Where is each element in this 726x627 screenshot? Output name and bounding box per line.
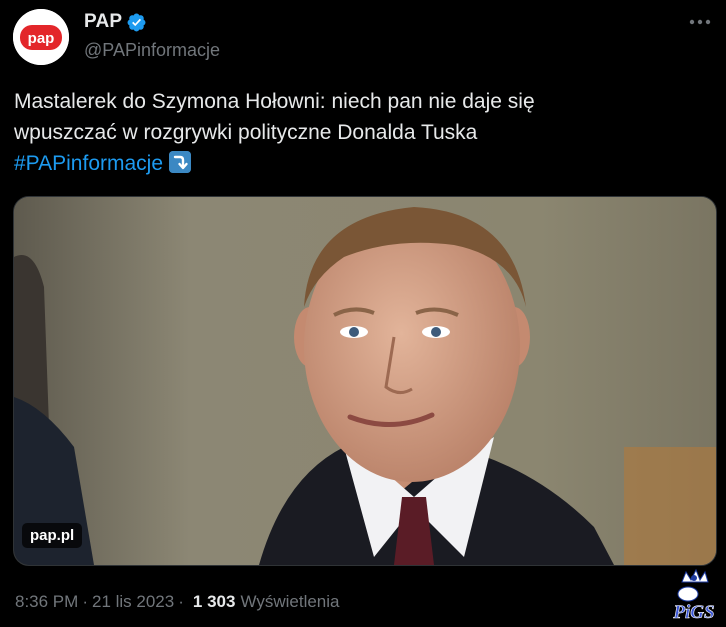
watermark-text: PiGS: [672, 602, 714, 623]
portrait-photo: [14, 197, 716, 565]
tweet-text-line-2: wpuszczać w rozgrywki polityczne Donalda…: [14, 121, 478, 144]
pap-logo-icon: pap: [13, 9, 69, 65]
meta-separator: ·: [82, 592, 88, 611]
views-label: Wyświetlenia: [240, 592, 340, 611]
author-handle[interactable]: @PAPinformacje: [84, 40, 220, 61]
verified-badge-icon: [127, 13, 146, 31]
views-count: 1 303: [192, 592, 236, 611]
tweet-time[interactable]: 8:36 PM: [15, 592, 78, 612]
tweet-text: Mastalerek do Szymona Hołowni: niech pan…: [14, 86, 714, 179]
more-options-icon[interactable]: [686, 12, 714, 32]
tweet-photo[interactable]: [13, 196, 717, 566]
right-arrow-curving-down-icon: [169, 151, 192, 173]
tweet: pap PAP @PAPinformacje Mastalerek do Szy…: [0, 0, 726, 627]
tweet-text-line-1: Mastalerek do Szymona Hołowni: niech pan…: [14, 90, 535, 113]
pigs-watermark-logo: PiGS: [672, 568, 715, 623]
tweet-date[interactable]: 21 lis 2023: [92, 592, 174, 612]
tweet-meta: 8:36 PM · 21 lis 2023 · 1 303 Wyświetlen…: [15, 592, 339, 612]
avatar[interactable]: pap: [13, 9, 69, 65]
hashtag-link[interactable]: #PAPinformacje: [14, 152, 163, 175]
media-source-label: pap.pl: [22, 523, 83, 548]
author-name-row[interactable]: PAP: [84, 11, 147, 33]
avatar-logo-text: pap: [28, 30, 55, 47]
tweet-text-line-3: #PAPinformacje: [14, 148, 714, 179]
display-name[interactable]: PAP: [84, 11, 122, 33]
meta-separator-2: ·: [178, 592, 184, 611]
